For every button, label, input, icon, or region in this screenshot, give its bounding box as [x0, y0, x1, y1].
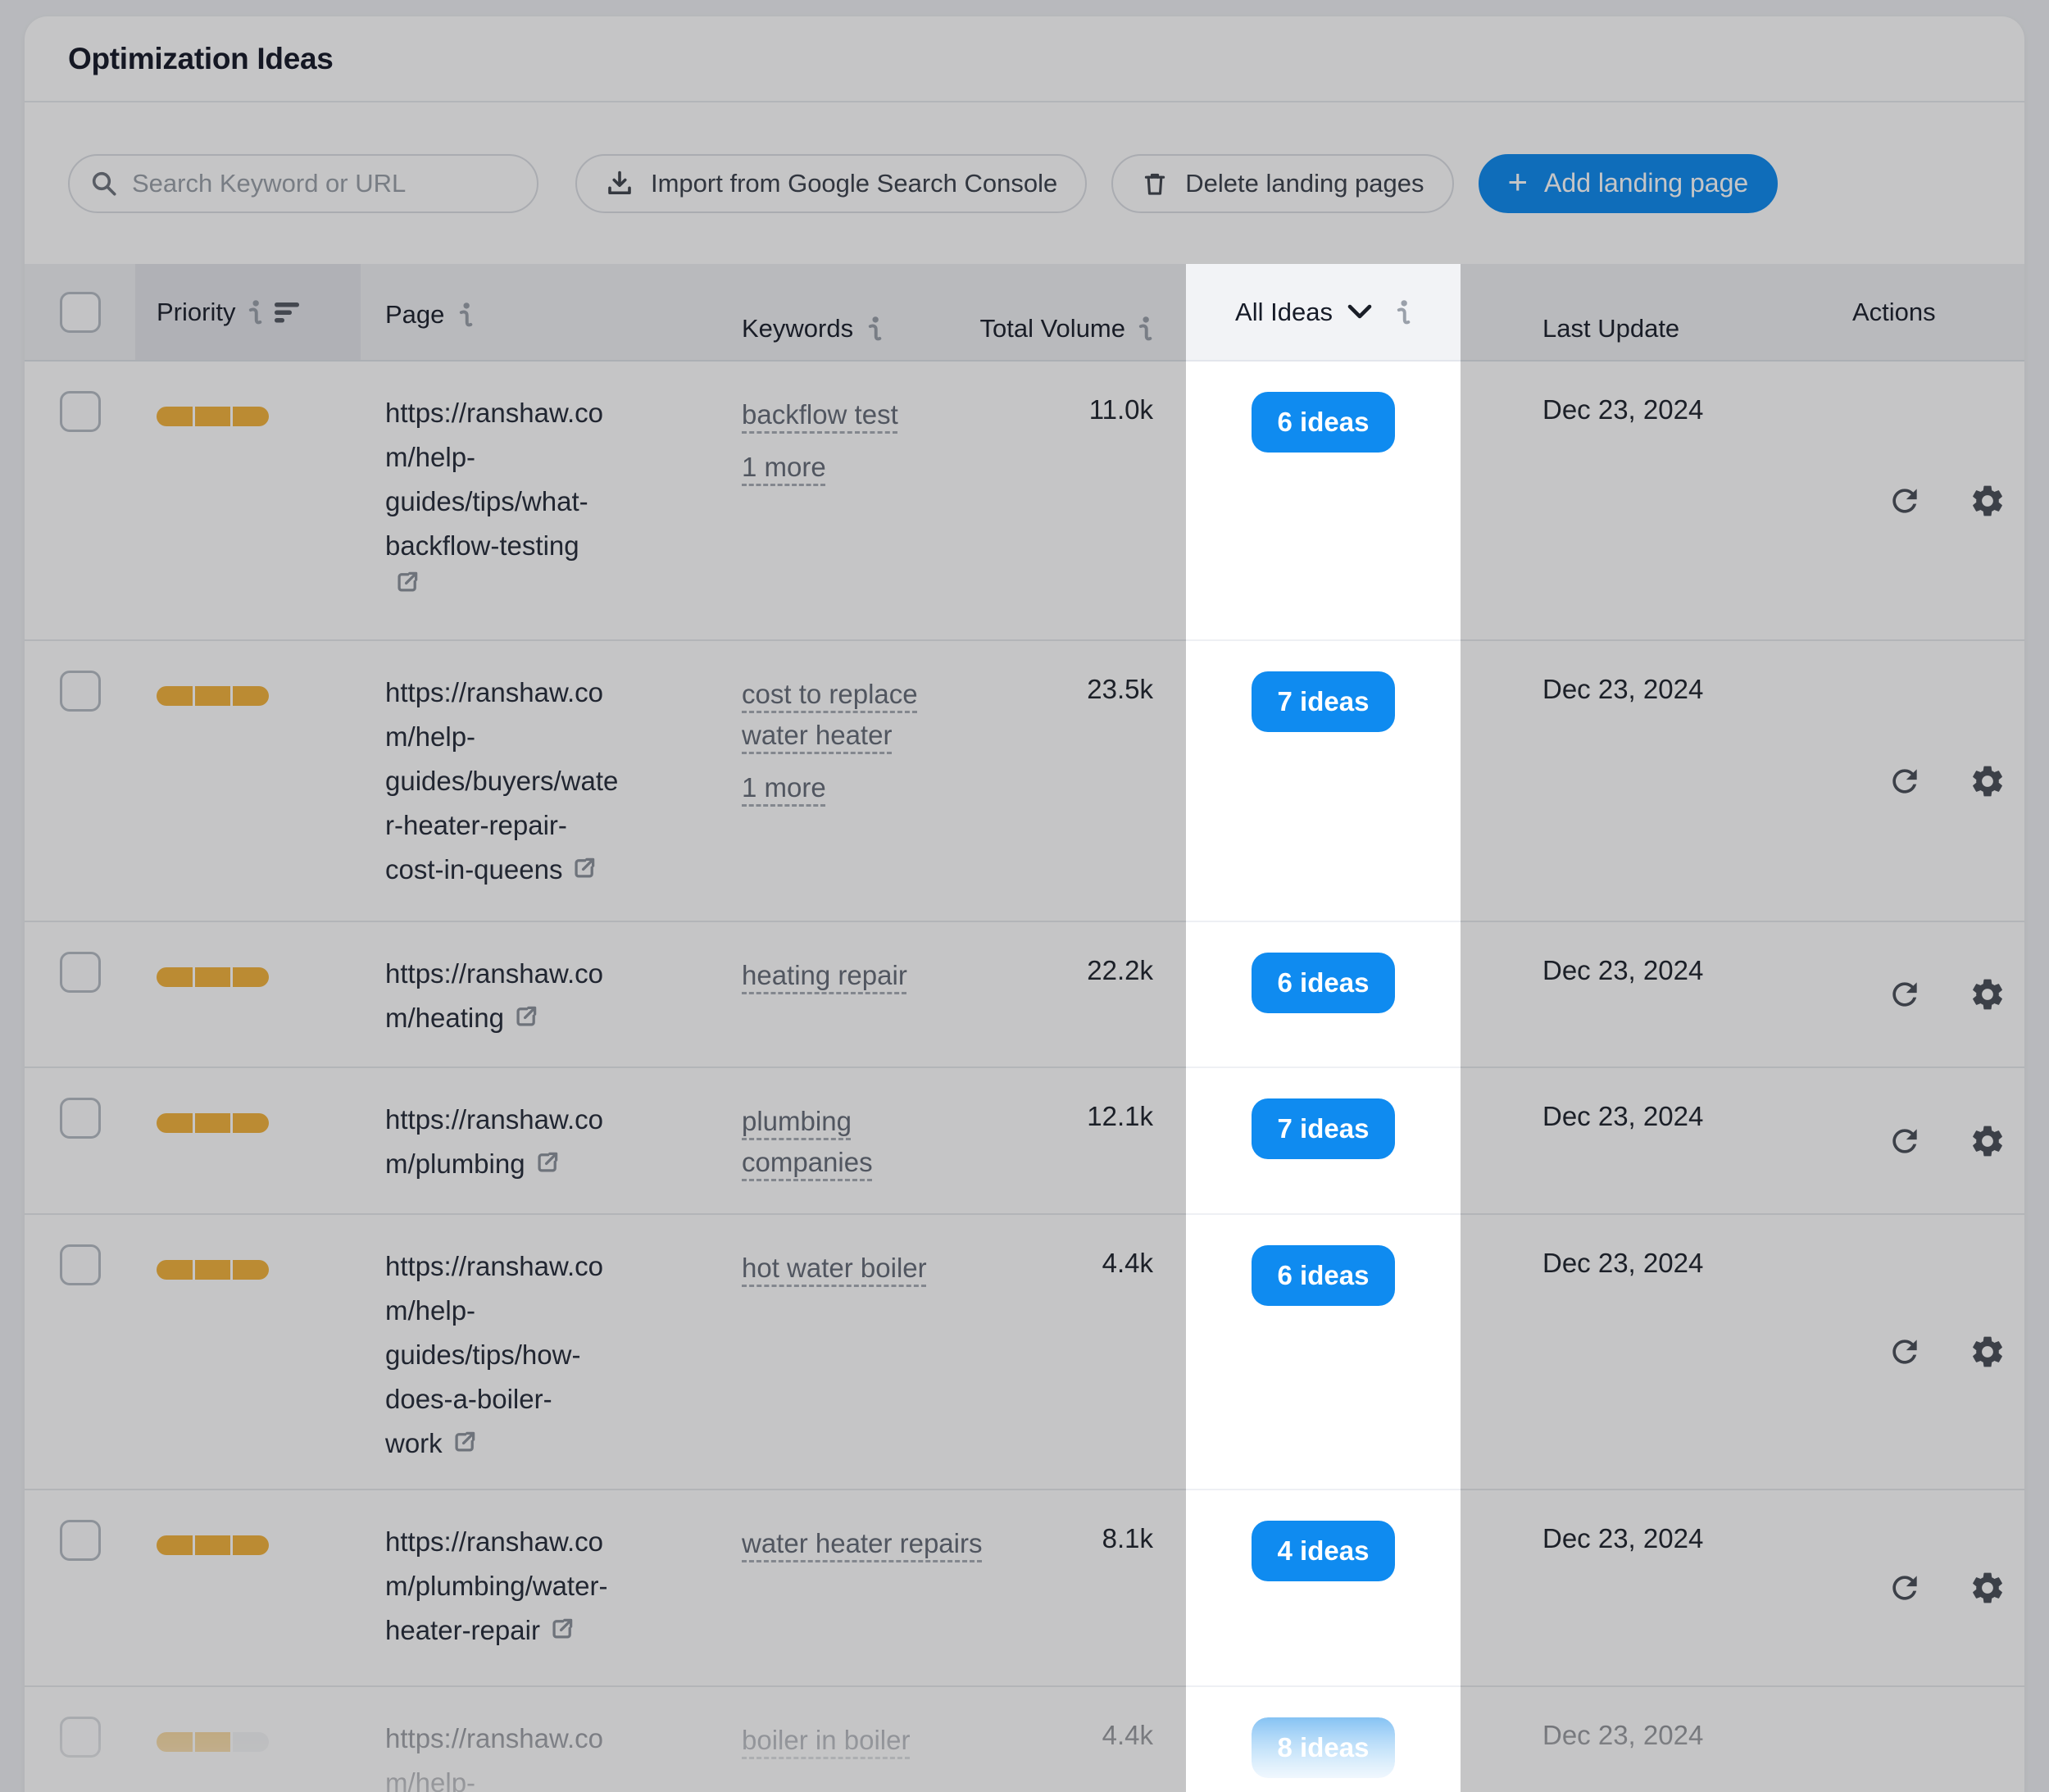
ideas-count-button[interactable]: 7 ideas	[1251, 671, 1396, 732]
info-icon[interactable]	[1395, 299, 1411, 325]
ideas-count-button[interactable]: 6 ideas	[1251, 1245, 1396, 1306]
ideas-count-button[interactable]: 8 ideas	[1251, 1717, 1396, 1778]
ideas-count-button[interactable]: 4 ideas	[1251, 1521, 1396, 1581]
dim-overlay	[0, 0, 2049, 1792]
chevron-down-icon[interactable]	[1347, 304, 1372, 321]
all-ideas-spotlight-column: All Ideas 6 ideas 7 ideas 6 ideas 7 idea…	[1186, 264, 1461, 1792]
all-ideas-header-label: All Ideas	[1235, 297, 1333, 326]
ideas-count-button[interactable]: 6 ideas	[1251, 392, 1396, 453]
ideas-count-button[interactable]: 6 ideas	[1251, 953, 1396, 1013]
column-header-all-ideas[interactable]: All Ideas	[1186, 264, 1461, 362]
ideas-count-button[interactable]: 7 ideas	[1251, 1098, 1396, 1159]
optimization-ideas-screen: Optimization Ideas Search Keyword or URL	[0, 0, 2049, 1792]
